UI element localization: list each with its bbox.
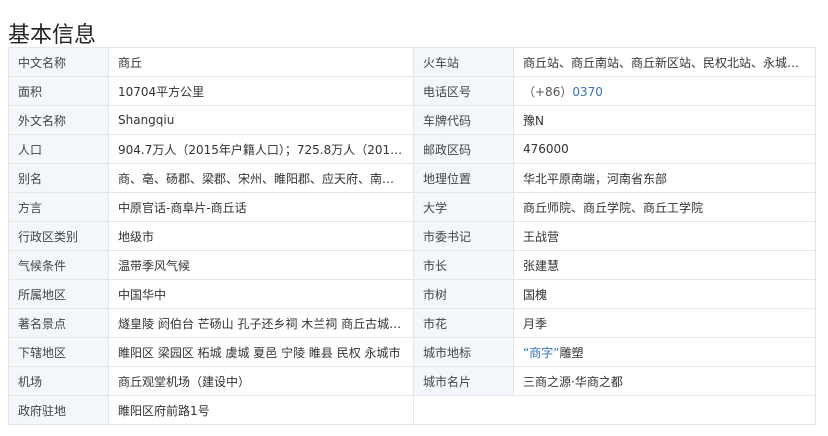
- row-label: 气候条件: [8, 250, 109, 280]
- row-label: 火车站: [413, 47, 514, 77]
- row-value-link[interactable]: 商丘站、商丘南站、商丘新区站、民权北站、永城北站: [513, 47, 816, 77]
- row-label: 面积: [8, 76, 109, 106]
- row-value-link[interactable]: 三商之源·华商之都: [513, 366, 816, 396]
- table-row: 中文名称 商丘 火车站 商丘站、商丘南站、商丘新区站、民权北站、永城北站: [8, 47, 816, 77]
- table-row: 著名景点 燧皇陵 阏伯台 芒砀山 孔子还乡祠 木兰祠 商丘古城 应天书院 市花 …: [8, 308, 816, 338]
- table-row: 别名 商、亳、砀郡、梁郡、宋州、睢阳郡、应天府、南京、归德府 地理位置 华北平原…: [8, 163, 816, 193]
- table-row: 气候条件 温带季风气候 市长 张建慧: [8, 250, 816, 280]
- row-value-link[interactable]: 月季: [513, 308, 816, 338]
- country-code: （+86）: [523, 84, 573, 99]
- row-label: 大学: [413, 192, 514, 222]
- row-value-link[interactable]: 商丘观堂机场（建设中）: [108, 366, 414, 396]
- row-value-link[interactable]: 温带季风气候: [108, 250, 414, 280]
- basic-info-table: 中文名称 商丘 火车站 商丘站、商丘南站、商丘新区站、民权北站、永城北站 面积 …: [8, 47, 816, 425]
- row-label: 机场: [8, 366, 109, 396]
- row-value-link[interactable]: 地级市: [108, 221, 414, 251]
- row-value-link[interactable]: 中原官话-商阜片-商丘话: [108, 192, 414, 222]
- empty-cell: [413, 395, 816, 425]
- row-value-link[interactable]: 燧皇陵 阏伯台 芒砀山 孔子还乡祠 木兰祠 商丘古城 应天书院: [108, 308, 414, 338]
- row-label: 车牌代码: [413, 105, 514, 135]
- table-row: 机场 商丘观堂机场（建设中） 城市名片 三商之源·华商之都: [8, 366, 816, 396]
- row-label: 市花: [413, 308, 514, 338]
- landmark-link[interactable]: “商字”: [523, 346, 559, 360]
- row-label: 邮政区码: [413, 134, 514, 164]
- row-label: 下辖地区: [8, 337, 109, 367]
- table-row: 政府驻地 睢阳区府前路1号: [8, 395, 816, 425]
- row-value-link[interactable]: 睢阳区府前路1号: [108, 395, 414, 425]
- area-code-link[interactable]: 0370: [572, 85, 603, 99]
- row-value-link[interactable]: 张建慧: [513, 250, 816, 280]
- row-value: （+86）0370: [513, 76, 816, 106]
- row-label: 人口: [8, 134, 109, 164]
- table-row: 下辖地区 睢阳区 梁园区 柘城 虞城 夏邑 宁陵 睢县 民权 永城市 城市地标 …: [8, 337, 816, 367]
- row-label: 城市名片: [413, 366, 514, 396]
- row-label: 市长: [413, 250, 514, 280]
- row-value-link[interactable]: 商丘师院、商丘学院、商丘工学院: [513, 192, 816, 222]
- row-value-link[interactable]: 国槐: [513, 279, 816, 309]
- table-row: 行政区类别 地级市 市委书记 王战营: [8, 221, 816, 251]
- landmark-text: 雕塑: [559, 345, 584, 360]
- row-label: 所属地区: [8, 279, 109, 309]
- row-value: Shangqiu: [108, 105, 414, 135]
- row-label: 著名景点: [8, 308, 109, 338]
- row-label: 市树: [413, 279, 514, 309]
- table-row: 方言 中原官话-商阜片-商丘话 大学 商丘师院、商丘学院、商丘工学院: [8, 192, 816, 222]
- row-value: 华北平原南端，河南省东部: [513, 163, 816, 193]
- table-row: 人口 904.7万人（2015年户籍人口）；725.8万人（2015年常住人口）…: [8, 134, 816, 164]
- table-row: 外文名称 Shangqiu 车牌代码 豫N: [8, 105, 816, 135]
- row-value-link[interactable]: 中国华中: [108, 279, 414, 309]
- table-row: 所属地区 中国华中 市树 国槐: [8, 279, 816, 309]
- row-label: 方言: [8, 192, 109, 222]
- row-value: 豫N: [513, 105, 816, 135]
- row-value: 476000: [513, 134, 816, 164]
- row-value-link[interactable]: 睢阳区 梁园区 柘城 虞城 夏邑 宁陵 睢县 民权 永城市: [108, 337, 414, 367]
- row-label: 电话区号: [413, 76, 514, 106]
- row-value-link[interactable]: 王战营: [513, 221, 816, 251]
- row-label: 中文名称: [8, 47, 109, 77]
- row-label: 行政区类别: [8, 221, 109, 251]
- row-value: 10704平方公里: [108, 76, 414, 106]
- row-label: 城市地标: [413, 337, 514, 367]
- row-label: 政府驻地: [8, 395, 109, 425]
- table-row: 面积 10704平方公里 电话区号 （+86）0370: [8, 76, 816, 106]
- row-label: 地理位置: [413, 163, 514, 193]
- row-value: 904.7万人（2015年户籍人口）；725.8万人（2015年常住人口）: [108, 134, 414, 164]
- row-value: “商字”雕塑: [513, 337, 816, 367]
- row-label: 市委书记: [413, 221, 514, 251]
- row-label: 外文名称: [8, 105, 109, 135]
- row-label: 别名: [8, 163, 109, 193]
- row-value-link[interactable]: 商、亳、砀郡、梁郡、宋州、睢阳郡、应天府、南京、归德府: [108, 163, 414, 193]
- row-value: 商丘: [108, 47, 414, 77]
